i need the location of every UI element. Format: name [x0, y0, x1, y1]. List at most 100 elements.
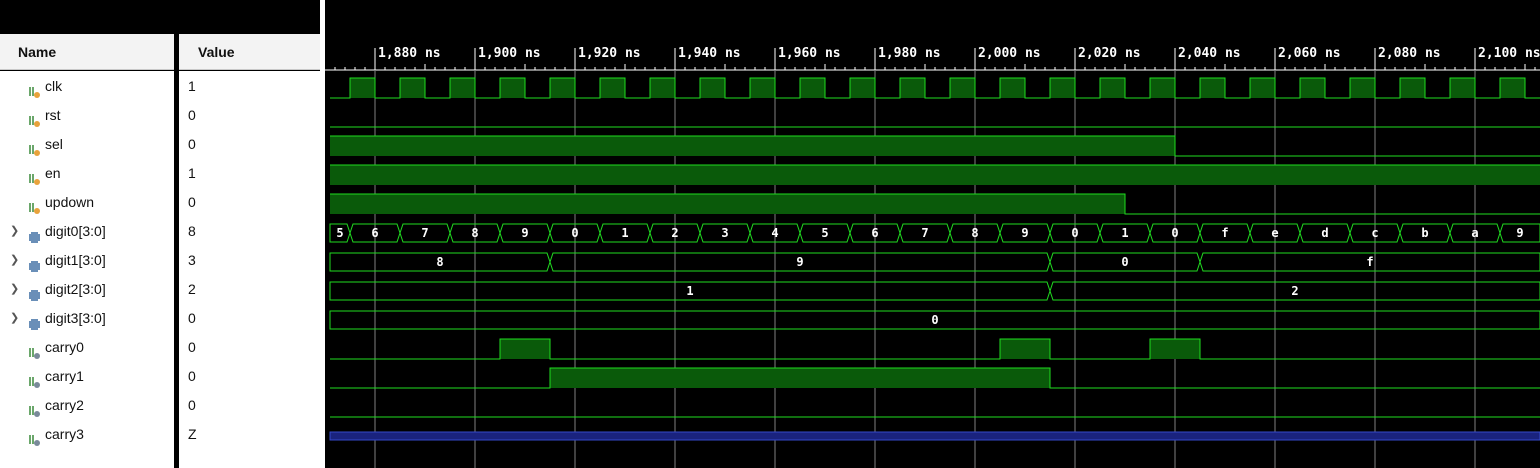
- clk-high-pulse: [950, 78, 975, 98]
- clk-high-pulse: [1100, 78, 1125, 98]
- wire-signal-icon: [28, 167, 41, 185]
- clk-high-pulse: [1200, 78, 1225, 98]
- carry0-high-segment: [1150, 339, 1200, 359]
- wire-signal-icon: [28, 399, 41, 417]
- ruler-label: 1,920 ns: [578, 46, 641, 61]
- digit2-bus-value: 2: [1291, 284, 1298, 298]
- digit0-bus-value: 1: [1121, 226, 1128, 240]
- signal-row-sel[interactable]: sel: [0, 130, 174, 159]
- signal-row-carry3[interactable]: carry3: [0, 420, 174, 449]
- clk-high-pulse: [800, 78, 825, 98]
- clk-high-pulse: [1450, 78, 1475, 98]
- signal-row-en[interactable]: en: [0, 159, 174, 188]
- carry0-high-segment: [500, 339, 550, 359]
- clk-high-pulse: [1300, 78, 1325, 98]
- signal-row-carry2[interactable]: carry2: [0, 391, 174, 420]
- ruler-label: 1,960 ns: [778, 46, 841, 61]
- digit0-bus-value: b: [1421, 226, 1428, 240]
- expand-chevron-icon[interactable]: ❯: [10, 246, 19, 275]
- ruler-label: 1,980 ns: [878, 46, 941, 61]
- clk-high-pulse: [500, 78, 525, 98]
- signal-value-digit1: 3: [188, 252, 196, 268]
- signal-row-carry0[interactable]: carry0: [0, 333, 174, 362]
- updown-high-segment: [330, 194, 1125, 214]
- ruler-label: 1,940 ns: [678, 46, 741, 61]
- bus-signal-icon: [28, 312, 41, 330]
- signal-name: digit2[3:0]: [45, 281, 106, 297]
- signal-row-digit1[interactable]: ❯ digit1[3:0]: [0, 246, 174, 275]
- digit0-bus-value: 8: [471, 226, 478, 240]
- signal-value-carry1: 0: [188, 368, 196, 384]
- signal-name: carry1: [45, 368, 84, 384]
- sel-high-segment: [330, 136, 1175, 156]
- signal-row-rst[interactable]: rst: [0, 101, 174, 130]
- name-column: clk rst sel en updown ❯ digit0[3:0] ❯ digit1[3:0…: [0, 71, 174, 468]
- name-column-header[interactable]: Name: [0, 34, 174, 70]
- wire-signal-icon: [28, 109, 41, 127]
- digit2-bus-value: 1: [686, 284, 693, 298]
- signal-name: updown: [45, 194, 95, 210]
- carry3-highz-bar: [329, 431, 1540, 441]
- clk-high-pulse: [1000, 78, 1025, 98]
- bus-signal-icon: [28, 283, 41, 301]
- clk-high-pulse: [650, 78, 675, 98]
- signal-name: digit1[3:0]: [45, 252, 106, 268]
- expand-chevron-icon[interactable]: ❯: [10, 304, 19, 333]
- digit3-bus-value: 0: [931, 313, 938, 327]
- digit0-bus-value: 6: [871, 226, 878, 240]
- signal-name: digit0[3:0]: [45, 223, 106, 239]
- signal-value-carry2: 0: [188, 397, 196, 413]
- digit0-bus-value: 6: [371, 226, 378, 240]
- clk-high-pulse: [750, 78, 775, 98]
- clk-high-pulse: [400, 78, 425, 98]
- digit0-bus-value: 5: [336, 226, 343, 240]
- clk-high-pulse: [350, 78, 375, 98]
- signal-row-updown[interactable]: updown: [0, 188, 174, 217]
- clk-high-pulse: [700, 78, 725, 98]
- wire-signal-icon: [28, 428, 41, 446]
- digit1-bus-value: 0: [1121, 255, 1128, 269]
- signal-value-clk: 1: [188, 78, 196, 94]
- wire-signal-icon: [28, 138, 41, 156]
- expand-chevron-icon[interactable]: ❯: [10, 217, 19, 246]
- signal-name: carry0: [45, 339, 84, 355]
- ruler-label: 2,040 ns: [1178, 46, 1241, 61]
- digit0-bus-value: 1: [621, 226, 628, 240]
- signal-row-digit2[interactable]: ❯ digit2[3:0]: [0, 275, 174, 304]
- bus-signal-icon: [28, 225, 41, 243]
- digit1-bus-value: f: [1366, 255, 1373, 269]
- carry1-high-segment: [550, 368, 1050, 388]
- ruler-label: 2,000 ns: [978, 46, 1041, 61]
- wire-signal-icon: [28, 370, 41, 388]
- bus-signal-icon: [28, 254, 41, 272]
- wire-signal-icon: [28, 341, 41, 359]
- signal-row-clk[interactable]: clk: [0, 72, 174, 101]
- digit0-bus-value: a: [1471, 226, 1478, 240]
- signal-row-digit0[interactable]: ❯ digit0[3:0]: [0, 217, 174, 246]
- wire-signal-icon: [28, 196, 41, 214]
- digit0-bus-value: 0: [1071, 226, 1078, 240]
- waveform-view[interactable]: 1,880 ns 1,900 ns 1,920 ns 1,940 ns 1,960 ns…: [325, 0, 1540, 468]
- digit0-bus-value: 0: [571, 226, 578, 240]
- wire-signal-icon: [28, 80, 41, 98]
- clk-high-pulse: [1350, 78, 1375, 98]
- clk-high-pulse: [600, 78, 625, 98]
- digit0-bus-value: 7: [421, 226, 428, 240]
- ruler-label: 1,900 ns: [478, 46, 541, 61]
- signal-value-sel: 0: [188, 136, 196, 152]
- value-column-header[interactable]: Value: [179, 34, 320, 70]
- ruler-label: 2,080 ns: [1378, 46, 1441, 61]
- signal-name: clk: [45, 78, 63, 94]
- clk-high-pulse: [550, 78, 575, 98]
- signal-panel: Name Value clk rst sel en updown ❯ digit0[3:0]…: [0, 0, 320, 468]
- digit0-bus-value: c: [1371, 226, 1378, 240]
- signal-name: en: [45, 165, 61, 181]
- digit0-bus-value: 8: [971, 226, 978, 240]
- digit1-bus-value: 8: [436, 255, 443, 269]
- digit0-bus-value: 9: [1516, 226, 1523, 240]
- signal-value-carry0: 0: [188, 339, 196, 355]
- signal-row-digit3[interactable]: ❯ digit3[3:0]: [0, 304, 174, 333]
- expand-chevron-icon[interactable]: ❯: [10, 275, 19, 304]
- carry0-high-segment: [1000, 339, 1050, 359]
- signal-row-carry1[interactable]: carry1: [0, 362, 174, 391]
